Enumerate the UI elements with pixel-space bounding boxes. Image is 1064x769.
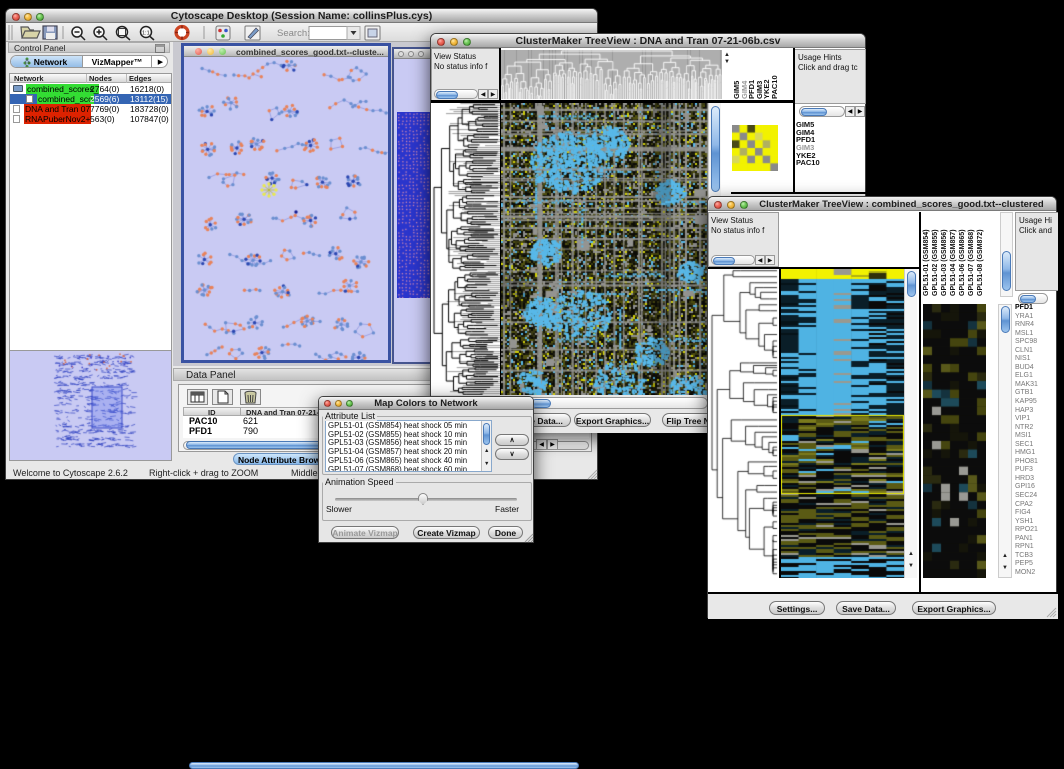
svg-text:Search:: Search: [277,28,310,39]
svg-text:1:1: 1:1 [142,31,150,37]
